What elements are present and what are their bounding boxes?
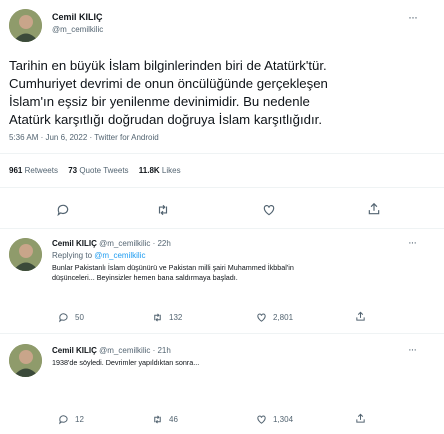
retweets-stat[interactable]: 961 Retweets — [9, 166, 60, 175]
reply-header: Cemil KILIÇ @m_cemilkilic · 21h — [52, 346, 171, 355]
replying-to: Replying to @m_cemilkilic — [52, 251, 145, 260]
reply-count: 50 — [75, 313, 84, 322]
likes-stat[interactable]: 11.8K Likes — [139, 166, 181, 175]
reply-text-line: Bunlar Pakistanlı İslam düşünürü ve Paki… — [52, 263, 294, 272]
reply-icon[interactable] — [58, 414, 69, 425]
like-count: 1,304 — [273, 415, 294, 424]
like-icon[interactable] — [262, 203, 276, 217]
tweet-stats: 961 Retweets 73 Quote Tweets 11.8K Likes — [9, 166, 181, 175]
quotes-stat[interactable]: 73 Quote Tweets — [68, 166, 131, 175]
tweet-text-line: İslam'ın eşsiz bir yenilenme devinimidir… — [9, 94, 310, 109]
reply-author-name[interactable]: Cemil KILIÇ — [52, 346, 97, 355]
reply-count: 12 — [75, 415, 84, 424]
share-icon[interactable] — [367, 202, 381, 216]
quotes-count: 73 — [68, 166, 78, 175]
reply-text: Bunlar Pakistanlı İslam düşünürü ve Paki… — [52, 263, 294, 283]
reply-handle-time[interactable]: @m_cemilkilic · 22h — [99, 239, 171, 248]
like-count: 2,801 — [273, 313, 294, 322]
reply-icon[interactable] — [58, 312, 69, 323]
reply-avatar[interactable] — [9, 238, 42, 271]
retweets-count: 961 — [9, 166, 23, 175]
avatar[interactable] — [9, 9, 42, 42]
reply-text-line: 1938'de söyledi. Devrimler yapıldıktan s… — [52, 358, 200, 367]
author-name[interactable]: Cemil KILIÇ — [52, 12, 103, 22]
replying-to-handle[interactable]: @m_cemilkilic — [94, 251, 145, 260]
tweet-text-line: Cumhuriyet devrimi de onun öncülüğünde g… — [9, 76, 328, 91]
retweet-count: 132 — [169, 313, 183, 322]
reply-icon[interactable] — [56, 203, 70, 217]
share-icon[interactable] — [355, 311, 366, 322]
reply-header: Cemil KILIÇ @m_cemilkilic · 22h — [52, 239, 171, 248]
retweet-icon[interactable] — [156, 203, 170, 217]
reply-avatar[interactable] — [9, 344, 42, 377]
tweet-meta[interactable]: 5:36 AM · Jun 6, 2022 · Twitter for Andr… — [9, 133, 159, 142]
retweet-icon[interactable] — [152, 312, 163, 323]
author-handle[interactable]: @m_cemilkilic — [52, 25, 103, 34]
likes-count: 11.8K — [138, 166, 160, 175]
tweet-text-line: Atatürk karşıtlığı doğrudan doğruya İsla… — [9, 112, 322, 127]
likes-label: Likes — [161, 166, 181, 175]
quotes-label: Quote Tweets — [79, 166, 129, 175]
retweets-label: Retweets — [24, 166, 58, 175]
like-icon[interactable] — [256, 312, 267, 323]
reply-text: 1938'de söyledi. Devrimler yapıldıktan s… — [52, 358, 199, 368]
reply-handle-time[interactable]: @m_cemilkilic · 21h — [99, 346, 171, 355]
reply-more-options-icon[interactable]: ··· — [408, 344, 417, 356]
reply-author-name[interactable]: Cemil KILIÇ — [52, 239, 97, 248]
tweet-text: Tarihin en büyük İslam bilginlerinden bi… — [9, 57, 328, 129]
retweet-count: 46 — [169, 415, 178, 424]
more-options-icon[interactable]: ··· — [408, 10, 418, 24]
reply-more-options-icon[interactable]: ··· — [408, 237, 417, 249]
share-icon[interactable] — [355, 413, 366, 424]
replying-to-prefix: Replying to — [52, 251, 95, 260]
tweet-text-line: Tarihin en büyük İslam bilginlerinden bi… — [9, 58, 327, 73]
retweet-icon[interactable] — [152, 414, 163, 425]
reply-text-line: düşünceleri... Beyinsizler hemen bana sa… — [52, 273, 238, 282]
like-icon[interactable] — [256, 414, 267, 425]
